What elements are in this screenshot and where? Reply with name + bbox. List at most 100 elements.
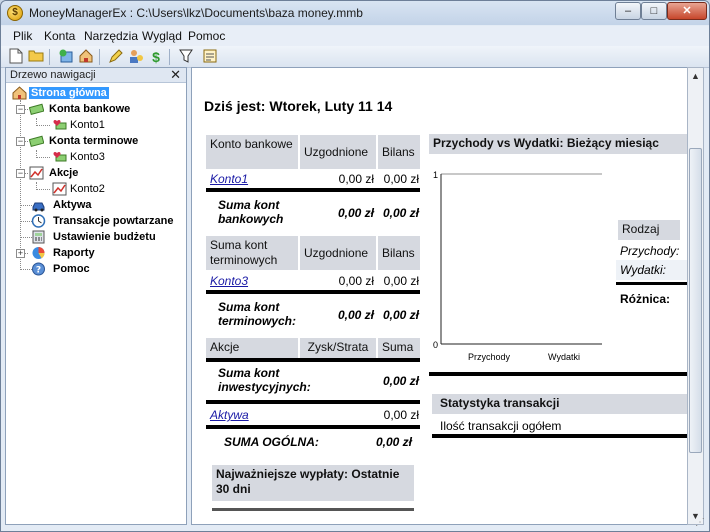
nav-close-icon[interactable]: ✕: [170, 67, 181, 83]
expense-row: Wydatki:: [616, 260, 687, 280]
stats-total-count-label: Ilość transakcji ogółem: [440, 419, 562, 433]
toolbar-separator: [99, 49, 100, 65]
calculator-icon: [31, 230, 46, 244]
app-window: $ MoneyManagerEx : C:\Users\lkz\Document…: [0, 0, 710, 532]
expense-label: Wydatki:: [620, 263, 667, 277]
tree-item-help[interactable]: Pomoc: [53, 263, 90, 275]
difference-label: Różnica:: [620, 292, 671, 306]
menu-narzedzia[interactable]: Narzędzia: [84, 29, 138, 43]
term-header-account: Suma kont terminowych: [206, 236, 298, 270]
tree-line: [20, 100, 21, 270]
table-separator: [206, 188, 420, 192]
stocks-header-total: Suma: [378, 338, 420, 358]
table-separator: [206, 358, 420, 362]
new-account-icon[interactable]: [57, 48, 75, 66]
toolbar-separator: [49, 49, 50, 65]
tree-item-reports[interactable]: Raporty: [53, 247, 95, 259]
tree-item-home[interactable]: Strona główna: [29, 87, 109, 99]
toolbar: $: [1, 46, 709, 68]
table-separator: [206, 400, 420, 404]
close-button[interactable]: ✕: [667, 2, 707, 20]
konto1-balance: 0,00 zł: [383, 172, 419, 186]
income-vs-expenses-title: Przychody vs Wydatki: Bieżący miesiąc: [429, 134, 687, 154]
table-separator: [616, 282, 687, 285]
menu-konta[interactable]: Konta: [44, 29, 75, 43]
stocks-sum-label: Suma kont inwestycyjnych:: [218, 366, 311, 394]
chart-icon: [52, 182, 67, 196]
assets-value: 0,00 zł: [383, 408, 419, 422]
stocks-sum-value: 0,00 zł: [382, 374, 419, 388]
tree-item-budget[interactable]: Ustawienie budżetu: [53, 231, 156, 243]
resize-grip-icon[interactable]: ⋰: [695, 517, 707, 529]
top-withdrawals-header: Najważniejsze wypłaty: Ostatnie 30 dni: [212, 465, 414, 501]
chart-xtick-expense: Wydatki: [548, 352, 580, 362]
clock-icon: [31, 214, 46, 228]
chart-ytick-max: 1: [433, 170, 438, 180]
filter-icon[interactable]: [177, 48, 195, 66]
tree-item-term-accounts[interactable]: Konta terminowe: [49, 135, 138, 147]
new-file-icon[interactable]: [7, 48, 25, 66]
transaction-report-icon[interactable]: [201, 48, 219, 66]
table-separator: [432, 434, 687, 438]
today-date: Dziś jest: Wtorek, Luty 11 14: [204, 98, 393, 114]
tree-item-konto3[interactable]: Konto3: [70, 151, 105, 163]
tree-item-bank-accounts[interactable]: Konta bankowe: [49, 103, 130, 115]
tree-line: [36, 157, 50, 158]
bank-header-account: Konto bankowe: [206, 135, 298, 169]
bank-header-reconciled: Uzgodnione: [300, 135, 376, 169]
money-icon: [28, 102, 45, 116]
money-icon: [28, 134, 45, 148]
konto3-reconciled: 0,00 zł: [338, 274, 374, 288]
tree-item-konto1[interactable]: Konto1: [70, 119, 105, 131]
edit-pencil-icon[interactable]: [107, 48, 125, 66]
tree-expander[interactable]: −: [16, 105, 25, 114]
home-page-content: Dziś jest: Wtorek, Luty 11 14 Konto bank…: [191, 67, 687, 525]
title-bar: $ MoneyManagerEx : C:\Users\lkz\Document…: [1, 1, 709, 25]
car-icon: [31, 198, 46, 212]
konto1-reconciled: 0,00 zł: [338, 172, 374, 186]
minimize-button[interactable]: –: [615, 2, 641, 20]
toolbar-separator: [169, 49, 170, 65]
bank-header-balance: Bilans: [378, 135, 420, 169]
bank-sum-balance: 0,00 zł: [382, 206, 419, 220]
table-separator: [212, 508, 414, 511]
scrollbar-thumb[interactable]: [689, 148, 702, 453]
tree-item-recurring[interactable]: Transakcje powtarzane: [53, 215, 173, 227]
tree-line: [36, 189, 50, 190]
tree-expander[interactable]: −: [16, 137, 25, 146]
menu-bar: Plik Konta Narzędzia Wygląd Pomoc: [1, 26, 709, 46]
open-folder-icon[interactable]: [27, 48, 45, 66]
tree-expander[interactable]: +: [16, 249, 25, 258]
menu-pomoc[interactable]: Pomoc: [188, 29, 225, 43]
account-link-konto1[interactable]: Konto1: [210, 172, 248, 186]
currency-icon[interactable]: $: [147, 48, 165, 66]
home-icon: [12, 86, 27, 100]
tree-item-stocks[interactable]: Akcje: [49, 167, 78, 179]
home-icon[interactable]: [77, 48, 95, 66]
tree-item-konto2[interactable]: Konto2: [70, 183, 105, 195]
account-link-konto3[interactable]: Konto3: [210, 274, 248, 288]
grand-total-label: SUMA OGÓLNA:: [224, 435, 319, 449]
content-scrollbar[interactable]: ▲ ▼: [687, 67, 704, 525]
table-separator: [206, 425, 420, 429]
tree-item-assets[interactable]: Aktywa: [53, 199, 92, 211]
tree-expander[interactable]: −: [16, 169, 25, 178]
scroll-up-icon[interactable]: ▲: [688, 68, 703, 84]
help-icon: ?: [31, 262, 46, 276]
nav-header: Drzewo nawigacji ✕: [6, 67, 186, 83]
assets-link[interactable]: Aktywa: [210, 408, 249, 422]
term-sum-label: Suma kont terminowych:: [218, 300, 297, 328]
nav-header-label: Drzewo nawigacji: [10, 69, 96, 81]
menu-wyglad[interactable]: Wygląd: [142, 29, 182, 43]
money-manager-icon: $: [7, 5, 23, 21]
window-title: MoneyManagerEx : C:\Users\lkz\Documents\…: [29, 6, 363, 20]
bank-sum-reconciled: 0,00 zł: [337, 206, 374, 220]
term-header-reconciled: Uzgodnione: [300, 236, 376, 270]
payees-icon[interactable]: [127, 48, 145, 66]
chart-xtick-income: Przychody: [468, 352, 511, 362]
maximize-button[interactable]: □: [641, 2, 667, 20]
menu-plik[interactable]: Plik: [13, 29, 32, 43]
heart-money-icon: [52, 150, 67, 164]
stocks-header-name: Akcje: [206, 338, 298, 358]
navigation-tree-pane: Drzewo nawigacji ✕ − − − + Strona główna: [5, 67, 187, 525]
